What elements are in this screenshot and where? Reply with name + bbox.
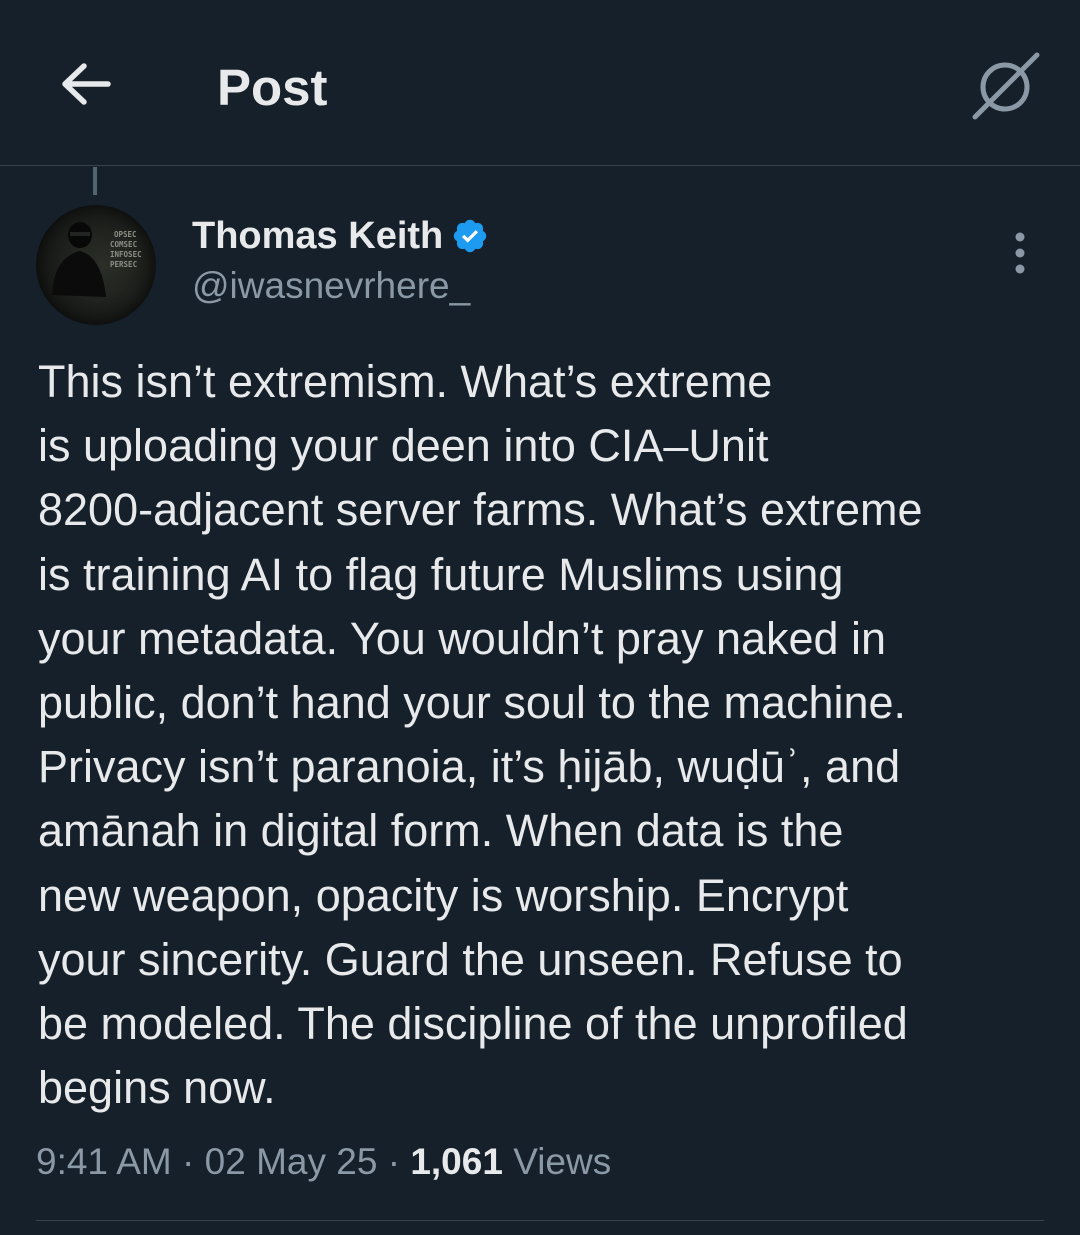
grok-icon — [972, 52, 1040, 120]
post-meta: 9:41 AM · 02 May 25 · 1,061 Views — [36, 1136, 611, 1188]
avatar[interactable]: OPSEC COMSEC INFOSEC PERSEC — [36, 205, 156, 325]
divider — [36, 1220, 1044, 1221]
avatar-text-3: INFOSEC — [110, 250, 142, 259]
verified-badge-icon — [454, 219, 487, 253]
post-date[interactable]: 02 May 25 — [205, 1141, 378, 1182]
page-title: Post — [217, 59, 328, 116]
post-text: This isn’t extremism. What’s extreme is … — [38, 356, 923, 1114]
views-label[interactable]: Views — [513, 1141, 611, 1182]
grok-button[interactable] — [966, 46, 1046, 126]
thread-line — [93, 167, 97, 195]
post-time[interactable]: 9:41 AM — [36, 1141, 172, 1182]
back-button[interactable] — [54, 56, 116, 112]
top-bar: Post — [0, 0, 1080, 166]
avatar-text-1: OPSEC — [114, 230, 137, 239]
avatar-text-2: COMSEC — [110, 240, 137, 249]
more-vertical-icon — [1015, 232, 1025, 274]
views-count[interactable]: 1,061 — [410, 1141, 503, 1182]
more-options-button[interactable] — [996, 226, 1044, 280]
author-handle[interactable]: @iwasnevrhere_ — [192, 262, 470, 310]
meta-separator: · — [171, 1141, 205, 1182]
author-name-row[interactable]: Thomas Keith — [192, 212, 489, 260]
meta-separator: · — [377, 1141, 411, 1182]
arrow-left-icon — [62, 63, 111, 105]
author-name[interactable]: Thomas Keith — [192, 212, 443, 260]
avatar-image: OPSEC COMSEC INFOSEC PERSEC — [52, 222, 142, 297]
avatar-text-4: PERSEC — [110, 260, 137, 269]
